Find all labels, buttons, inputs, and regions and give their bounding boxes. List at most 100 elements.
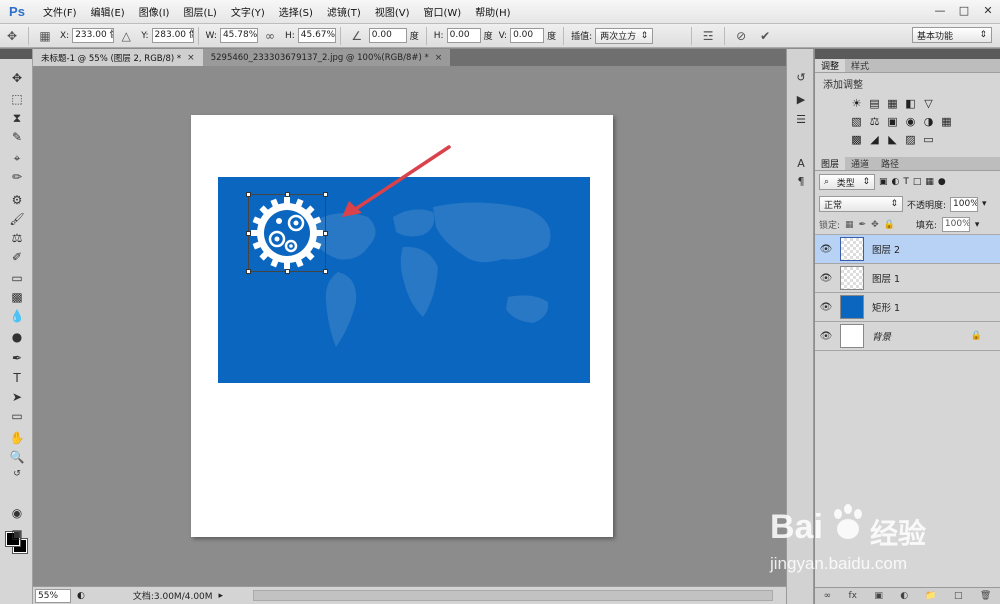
quick-select-tool-icon[interactable]: ✎ [7,128,27,146]
move-tool-preset-icon[interactable]: ✥ [3,27,21,45]
layer-filter-dropdown[interactable]: ⌕ 类型 ⇕ [819,174,875,190]
new-group-icon[interactable]: 📁 [925,591,936,601]
rectangle-tool-icon[interactable]: ▭ [7,407,27,425]
menu-help[interactable]: 帮助(H) [468,0,517,24]
screen-mode-icon[interactable]: ▣ [7,525,27,543]
clone-stamp-tool-icon[interactable]: ⚖ [7,229,27,247]
gradient-map-icon[interactable]: ▨ [904,133,917,146]
levels-icon[interactable]: ▤ [868,97,881,110]
visibility-eye-icon[interactable]: 👁 [815,302,837,313]
status-menu-icon[interactable]: ◐ [77,591,85,601]
angle-field[interactable]: 0.00 [368,28,407,43]
zoom-field[interactable]: 55% [35,588,71,603]
tab-styles[interactable]: 样式 [845,59,875,72]
workspace-dropdown[interactable]: 基本功能 ⇕ [912,27,992,43]
gradient-tool-icon[interactable]: ▩ [7,288,27,306]
width-field[interactable]: 45.78% [219,28,258,43]
layer-style-icon[interactable]: fx [849,591,858,601]
menu-layer[interactable]: 图层(L) [176,0,223,24]
layer-row-layer-2[interactable]: 👁 图层 2 [815,235,1000,264]
opacity-field[interactable]: 100% [950,196,979,212]
healing-brush-tool-icon[interactable]: ⚙ [7,191,27,209]
exposure-icon[interactable]: ◧ [904,97,917,110]
photo-filter-icon[interactable]: ◉ [904,115,917,128]
close-icon[interactable]: ✕ [976,0,1000,20]
chevron-down-icon[interactable]: ▾ [982,199,987,209]
lock-all-icon[interactable]: 🔒 [884,220,895,230]
filter-smart-object-icon[interactable]: ▦ [925,177,934,187]
swap-colors-icon[interactable]: ↺ [7,465,27,483]
menu-image[interactable]: 图像(I) [132,0,177,24]
actions-play-icon[interactable]: ▶ [793,91,809,107]
menu-select[interactable]: 选择(S) [272,0,320,24]
warp-mode-icon[interactable]: ☲ [699,27,717,45]
delta-icon[interactable]: △ [117,27,135,45]
new-layer-icon[interactable]: □ [954,591,963,601]
canvas-area[interactable] [33,66,786,586]
paragraph-icon[interactable]: ¶ [793,173,809,189]
toolbox-header[interactable] [0,49,32,59]
delete-layer-icon[interactable]: 🗑 [980,591,991,601]
status-arrow-icon[interactable]: ▸ [219,591,224,601]
layer-row-background[interactable]: 👁 背景 🔒 [815,322,1000,351]
black-white-icon[interactable]: ▣ [886,115,899,128]
close-icon[interactable]: × [187,53,195,63]
blur-tool-icon[interactable]: 💧 [7,307,27,325]
tab-document-untitled[interactable]: 未标题-1 @ 55% (图层 2, RGB/8) * × [33,49,203,66]
menu-filter[interactable]: 滤镜(T) [320,0,368,24]
properties-icon[interactable]: ☰ [793,111,809,127]
filter-adjustment-icon[interactable]: ◐ [892,177,900,187]
pen-tool-icon[interactable]: ✒ [7,349,27,367]
history-brush-tool-icon[interactable]: ✐ [7,248,27,266]
visibility-eye-icon[interactable]: 👁 [815,244,837,255]
horizontal-scrollbar[interactable] [253,590,773,601]
character-icon[interactable]: A [793,155,809,171]
tab-document-jpg[interactable]: 5295460_233303679137_2.jpg @ 100%(RGB/8#… [202,49,451,66]
path-select-tool-icon[interactable]: ➤ [7,388,27,406]
lasso-tool-icon[interactable]: ⧗ [7,109,27,127]
selective-color-icon[interactable]: ▭ [922,133,935,146]
menu-view[interactable]: 视图(V) [368,0,417,24]
dodge-tool-icon[interactable]: ● [7,328,27,346]
lock-pixels-icon[interactable]: ✒ [859,220,867,230]
reference-point-icon[interactable]: ▦ [36,27,54,45]
add-mask-icon[interactable]: ▣ [874,591,883,601]
h-skew-field[interactable]: 0.00 [446,28,481,43]
filter-type-icon[interactable]: T [903,177,909,187]
history-icon[interactable]: ↺ [793,69,809,85]
menu-window[interactable]: 窗口(W) [416,0,468,24]
vibrance-icon[interactable]: ▽ [922,97,935,110]
x-field[interactable]: 233.00 像 [72,28,115,43]
eyedropper-tool-icon[interactable]: ✏ [7,168,27,186]
brush-tool-icon[interactable]: 🖌 [7,210,27,228]
filter-pixel-icon[interactable]: ▣ [879,177,888,187]
zoom-tool-icon[interactable]: 🔍 [7,448,27,466]
color-lookup-icon[interactable]: ▦ [940,115,953,128]
layer-row-layer-1[interactable]: 👁 图层 1 [815,264,1000,293]
v-skew-field[interactable]: 0.00 [510,28,545,43]
lock-transparent-icon[interactable]: ▦ [845,220,854,230]
interpolation-dropdown[interactable]: 两次立方 ⇕ [595,27,654,44]
tab-channels[interactable]: 通道 [845,157,875,170]
eraser-tool-icon[interactable]: ▭ [7,269,27,287]
filter-shape-icon[interactable]: □ [913,177,922,187]
close-icon[interactable]: × [435,53,443,63]
hand-tool-icon[interactable]: ✋ [7,429,27,447]
new-adjustment-icon[interactable]: ◐ [900,591,908,601]
move-tool-icon[interactable]: ✥ [7,69,27,87]
brightness-contrast-icon[interactable]: ☀ [850,97,863,110]
invert-icon[interactable]: ▩ [850,133,863,146]
tab-adjustments[interactable]: 调整 [815,59,846,72]
marquee-tool-icon[interactable]: ⬚ [7,90,27,108]
visibility-eye-icon[interactable]: 👁 [815,273,837,284]
crop-tool-icon[interactable]: ⌖ [7,149,27,167]
tab-layers[interactable]: 图层 [815,157,846,170]
channel-mixer-icon[interactable]: ◑ [922,115,935,128]
curves-icon[interactable]: ▦ [886,97,899,110]
visibility-eye-icon[interactable]: 👁 [815,331,837,342]
color-balance-icon[interactable]: ⚖ [868,115,881,128]
panel-header[interactable] [815,49,1000,59]
blend-mode-dropdown[interactable]: 正常 ⇕ [819,196,903,212]
quick-mask-icon[interactable]: ◉ [7,504,27,522]
threshold-icon[interactable]: ◣ [886,133,899,146]
